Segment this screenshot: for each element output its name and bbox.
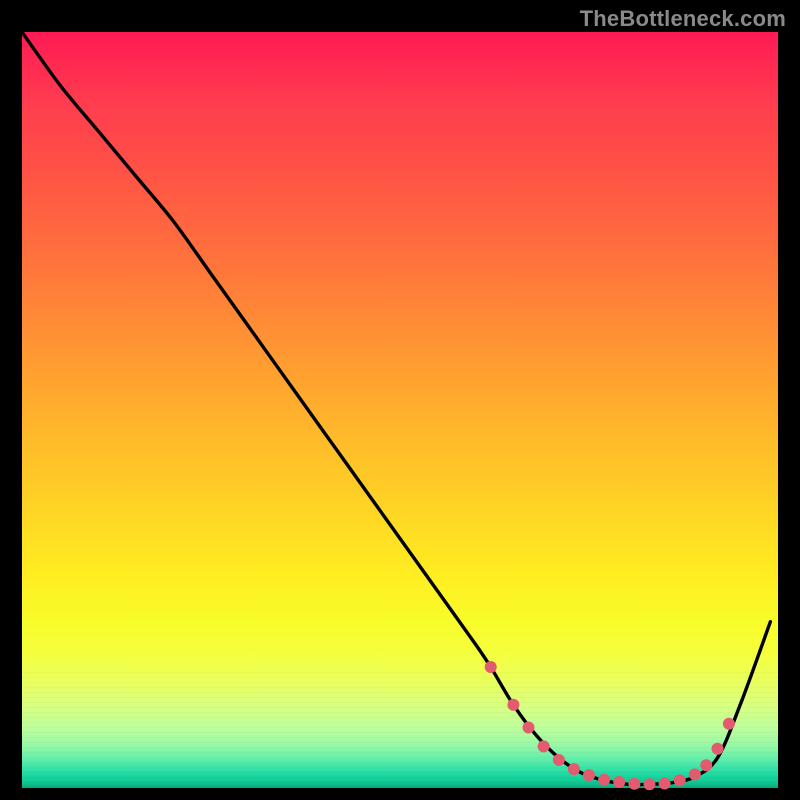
dot (583, 769, 595, 781)
dot (538, 740, 550, 752)
attribution-label: TheBottleneck.com (580, 6, 786, 32)
dot (674, 774, 686, 786)
highlight-dots (485, 661, 735, 790)
dot (689, 768, 701, 780)
bottleneck-curve (22, 32, 770, 785)
dot (568, 763, 580, 775)
curve-layer (22, 32, 778, 788)
dot (613, 776, 625, 788)
dot (523, 722, 535, 734)
dot (712, 743, 724, 755)
dot (644, 778, 656, 790)
dot (628, 778, 640, 790)
dot (700, 759, 712, 771)
chart-stage: TheBottleneck.com (0, 0, 800, 800)
plot-area (22, 32, 778, 788)
dot (659, 778, 671, 790)
dot (598, 774, 610, 786)
dot (485, 661, 497, 673)
dot (507, 699, 519, 711)
dot (553, 754, 565, 766)
dot (723, 718, 735, 730)
